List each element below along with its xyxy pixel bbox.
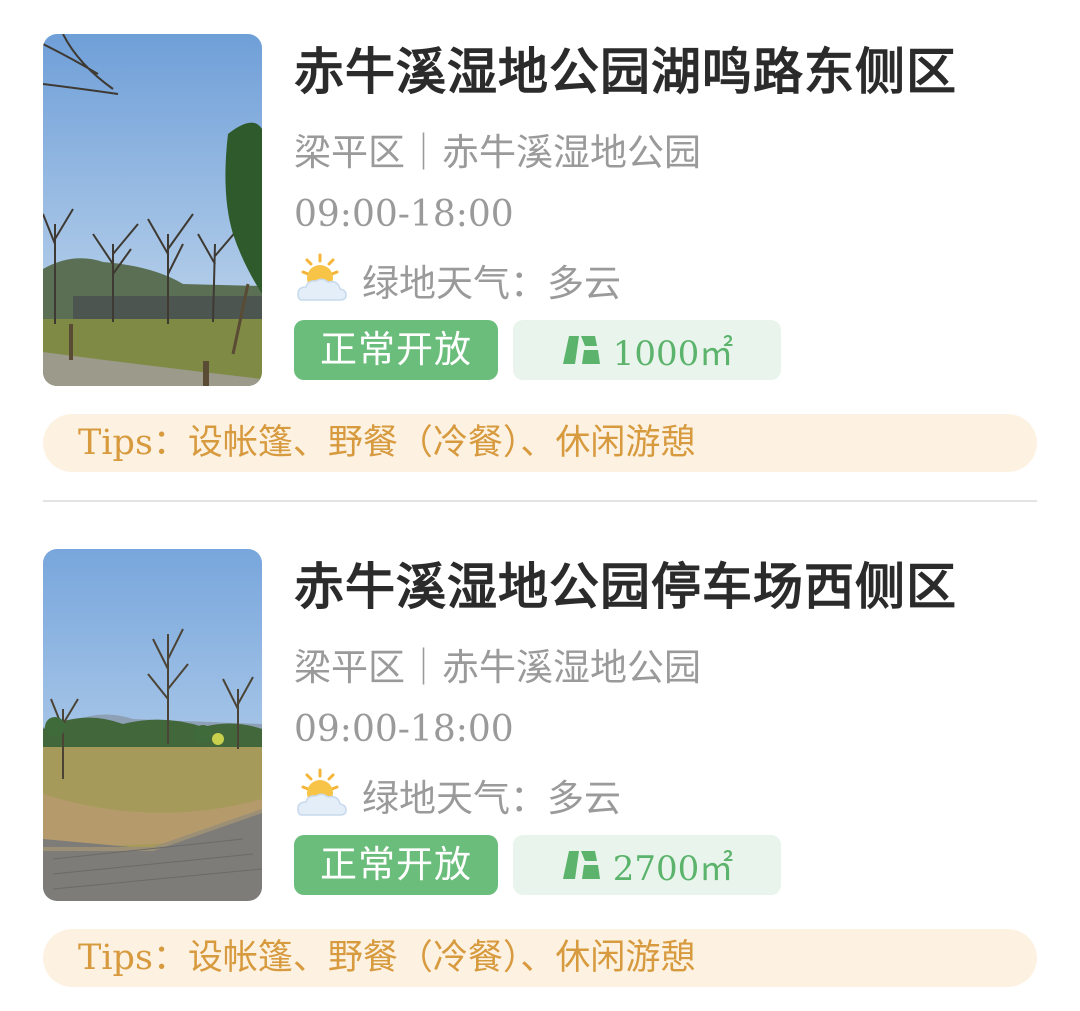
park-photo[interactable]	[43, 34, 262, 386]
weather-value: 多云	[547, 262, 621, 305]
weather-label: 绿地天气：	[362, 777, 547, 820]
weather-row: 绿地天气：多云	[294, 252, 621, 308]
weather-label: 绿地天气：	[362, 262, 547, 305]
map-icon	[562, 336, 600, 364]
park-photo[interactable]	[43, 549, 262, 901]
area-value: 2700㎡	[612, 848, 734, 889]
opening-hours: 09:00-18:00	[294, 709, 514, 750]
park-title[interactable]: 赤牛溪湿地公园停车场西侧区	[294, 555, 957, 619]
area-badge: 2700㎡	[513, 835, 781, 895]
park-location: 梁平区｜赤牛溪湿地公园	[294, 131, 701, 174]
weather-text: 绿地天气：多云	[362, 768, 621, 822]
park-list: 赤牛溪湿地公园湖鸣路东侧区 梁平区｜赤牛溪湿地公园 09:00-18:00 绿地…	[0, 0, 1080, 1011]
map-icon	[562, 851, 600, 879]
tips-text: 设帐篷、野餐（冷餐）、休闲游憩	[187, 423, 696, 463]
tips-label: Tips：	[78, 938, 188, 978]
park-info: 赤牛溪湿地公园湖鸣路东侧区 梁平区｜赤牛溪湿地公园 09:00-18:00 绿地…	[294, 34, 1037, 386]
weather-value: 多云	[547, 777, 621, 820]
tips-label: Tips：	[78, 423, 188, 463]
status-badge: 正常开放	[294, 835, 498, 895]
area-badge: 1000㎡	[513, 320, 781, 380]
partly-cloudy-icon	[297, 768, 347, 816]
tips-text: 设帐篷、野餐（冷餐）、休闲游憩	[187, 938, 696, 978]
park-title[interactable]: 赤牛溪湿地公园湖鸣路东侧区	[294, 40, 957, 104]
partly-cloudy-icon	[297, 253, 347, 301]
area-value: 1000㎡	[612, 333, 734, 374]
weather-row: 绿地天气：多云	[294, 767, 621, 823]
tips-bar: Tips：设帐篷、野餐（冷餐）、休闲游憩	[43, 414, 1037, 472]
tips-bar: Tips：设帐篷、野餐（冷餐）、休闲游憩	[43, 929, 1037, 987]
divider	[43, 500, 1037, 502]
weather-text: 绿地天气：多云	[362, 253, 621, 307]
opening-hours: 09:00-18:00	[294, 194, 514, 235]
status-badge: 正常开放	[294, 320, 498, 380]
park-location: 梁平区｜赤牛溪湿地公园	[294, 646, 701, 689]
park-info: 赤牛溪湿地公园停车场西侧区 梁平区｜赤牛溪湿地公园 09:00-18:00 绿地…	[294, 549, 1037, 901]
